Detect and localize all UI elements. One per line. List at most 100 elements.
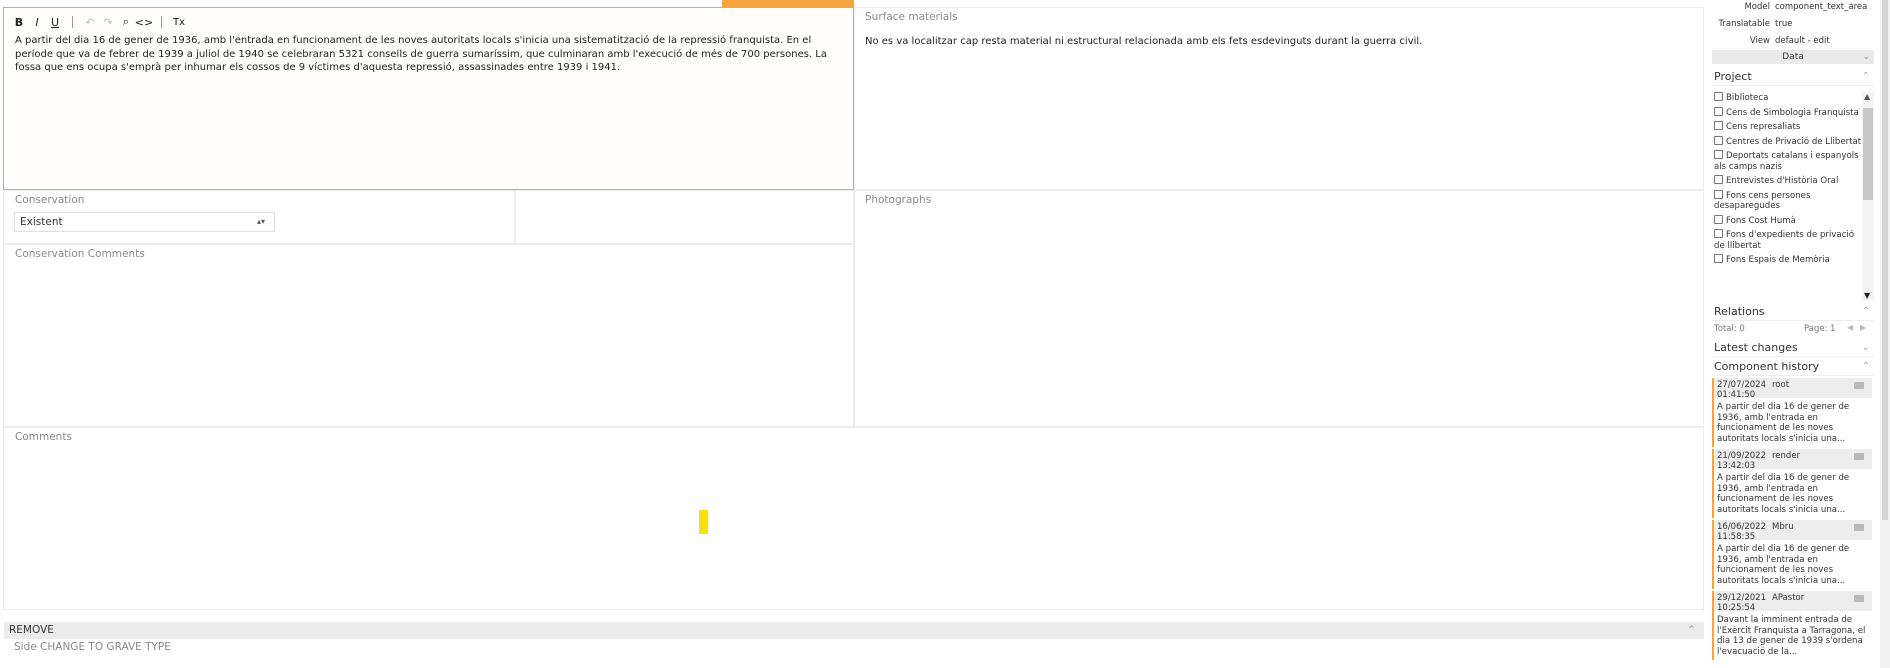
history-time: 13:42:03 (1717, 461, 1756, 471)
history-entry[interactable]: 29/12/2021 10:25:54 APastor Davant la im… (1712, 591, 1872, 660)
translatable-key: Translatable (1718, 19, 1770, 29)
project-item[interactable]: Fons Espais de Memòria (1712, 254, 1862, 266)
text-area-editor[interactable]: B I U ↶ ↷ ⌕ <> Tx A partir del dia 16 de… (3, 7, 854, 190)
code-icon[interactable]: <> (135, 15, 153, 29)
history-time: 11:58:35 (1717, 532, 1756, 542)
scroll-up-icon[interactable]: ▲ (1864, 92, 1870, 101)
checkbox[interactable] (1714, 92, 1723, 101)
project-label: Project (1714, 70, 1752, 83)
surface-materials-panel: Surface materials No es va localitzar ca… (854, 7, 1704, 190)
italic-button[interactable]: I (30, 15, 44, 29)
history-user: root (1772, 380, 1790, 390)
checkbox[interactable] (1714, 106, 1723, 116)
page-scrollbar[interactable] (1880, 0, 1890, 668)
history-date: 27/07/2024 (1717, 380, 1766, 390)
component-action-bar[interactable] (722, 0, 854, 7)
history-time: 01:41:50 (1717, 390, 1756, 400)
checkbox[interactable] (1714, 121, 1723, 130)
history-user: Mbru (1772, 522, 1794, 532)
surface-materials-text[interactable]: No es va localitzar cap resta material n… (865, 35, 1685, 48)
history-time: 10:25:54 (1717, 603, 1756, 613)
editor-toolbar: B I U ↶ ↷ ⌕ <> Tx (12, 14, 186, 30)
relations-section-header[interactable]: Relations ⌃ (1712, 303, 1874, 321)
history-user: APastor (1772, 593, 1805, 603)
project-scrollbar[interactable]: ▲ ▼ (1862, 92, 1874, 300)
history-user: render (1772, 451, 1801, 461)
comment-icon[interactable] (1854, 595, 1864, 602)
history-entry-header: 27/07/2024 01:41:50 root (1714, 378, 1872, 400)
undo-icon[interactable]: ↶ (83, 15, 97, 29)
redo-icon[interactable]: ↷ (101, 15, 115, 29)
checkbox[interactable] (1714, 189, 1723, 199)
pagination-next-icon[interactable]: ▶ (1860, 323, 1866, 332)
toolbar-divider (161, 16, 162, 28)
data-label: Data (1782, 52, 1804, 62)
view-value: default - edit (1775, 36, 1830, 46)
project-item[interactable]: Fons cens persones desaparegudes (1712, 189, 1862, 212)
underline-button[interactable]: U (48, 15, 62, 29)
checkbox[interactable] (1714, 229, 1723, 238)
history-text: A partir del dia 16 de gener de 1936, am… (1717, 544, 1850, 586)
project-item[interactable]: Entrevistes d'Història Oral (1712, 175, 1862, 187)
project-item[interactable]: Cens de Simbologia Franquista (1712, 106, 1862, 119)
model-value: component_text_area (1775, 2, 1868, 12)
comment-icon[interactable] (1854, 524, 1864, 531)
latest-changes-section-header[interactable]: Latest changes ⌄ (1712, 339, 1874, 357)
project-item[interactable]: Fons d'expedients de privació de llibert… (1712, 229, 1862, 251)
side-label: Side CHANGE TO GRAVE TYPE (14, 641, 171, 653)
bold-button[interactable]: B (12, 15, 26, 29)
project-item[interactable]: Deportats catalans i espanyols als camps… (1712, 150, 1862, 172)
conservation-select-value: Existent (20, 216, 63, 228)
history-entry-header: 16/06/2022 11:58:35 Mbru (1714, 520, 1872, 542)
photographs-label: Photographs (865, 194, 932, 206)
clear-format-icon[interactable]: Tx (172, 15, 186, 29)
editor-content[interactable]: A partir del dia 16 de gener de 1936, am… (15, 34, 843, 75)
checkbox[interactable] (1714, 175, 1723, 184)
history-entry[interactable]: 16/06/2022 11:58:35 Mbru A partir del di… (1712, 520, 1872, 589)
project-item[interactable]: Biblioteca (1712, 92, 1862, 104)
comment-icon[interactable] (1854, 453, 1864, 460)
history-entry-header: 21/09/2022 13:42:03 render (1714, 449, 1872, 471)
view-key: View (1749, 36, 1770, 46)
checkbox[interactable] (1714, 135, 1723, 145)
toolbar-divider (72, 16, 73, 28)
data-section-header[interactable]: Data ⌄ (1712, 50, 1874, 64)
photographs-panel: Photographs (854, 190, 1704, 427)
project-item[interactable]: Centres de Privació de Llibertat (1712, 135, 1862, 148)
model-key: Model (1744, 2, 1770, 12)
chevron-up-icon[interactable]: ⌃ (1687, 622, 1696, 639)
comments-panel[interactable]: Comments (3, 427, 1704, 610)
checkbox[interactable] (1714, 254, 1723, 263)
history-text: Davant la imminent entrada de l'Exèrcit … (1717, 615, 1866, 657)
latest-changes-label: Latest changes (1714, 341, 1798, 354)
checkbox[interactable] (1714, 214, 1723, 224)
text-cursor-marker (699, 510, 708, 534)
history-entry[interactable]: 27/07/2024 01:41:50 root A partir del di… (1712, 378, 1872, 447)
checkbox[interactable] (1714, 150, 1723, 159)
select-caret-icon: ▴▾ (256, 217, 265, 226)
search-icon[interactable]: ⌕ (119, 15, 133, 29)
project-item[interactable]: Fons Cost Humà (1712, 214, 1862, 227)
project-list: Biblioteca Cens de Simbologia Franquista… (1712, 92, 1862, 300)
comment-icon[interactable] (1854, 382, 1864, 389)
remove-label: REMOVE (9, 624, 54, 636)
history-text: A partir del dia 16 de gener de 1936, am… (1717, 473, 1850, 515)
project-item[interactable]: Cens represaliats (1712, 121, 1862, 133)
chevron-up-icon[interactable]: ⌃ (1862, 303, 1870, 321)
inspector-panel: Model component_text_area Translatable t… (1712, 0, 1874, 668)
chevron-up-icon[interactable]: ⌃ (1862, 358, 1870, 376)
project-section-header[interactable]: Project ⌃ (1712, 68, 1874, 86)
component-history-section-header[interactable]: Component history ⌃ (1712, 358, 1874, 376)
pagination-prev-icon[interactable]: ◀ (1847, 323, 1853, 332)
scroll-down-icon[interactable]: ▼ (1864, 291, 1870, 300)
chevron-down-icon[interactable]: ⌄ (1862, 50, 1870, 64)
conservation-comments-panel[interactable]: Conservation Comments (3, 244, 854, 427)
history-entry[interactable]: 21/09/2022 13:42:03 render A partir del … (1712, 449, 1872, 518)
chevron-down-icon[interactable]: ⌄ (1862, 339, 1870, 357)
chevron-up-icon[interactable]: ⌃ (1862, 68, 1870, 86)
comments-label: Comments (15, 431, 72, 443)
conservation-select[interactable]: Existent ▴▾ (14, 212, 275, 232)
remove-section-header[interactable]: REMOVE ⌃ (4, 622, 1704, 639)
page-scrollbar-thumb[interactable] (1882, 0, 1888, 520)
scrollbar-thumb[interactable] (1863, 108, 1873, 200)
